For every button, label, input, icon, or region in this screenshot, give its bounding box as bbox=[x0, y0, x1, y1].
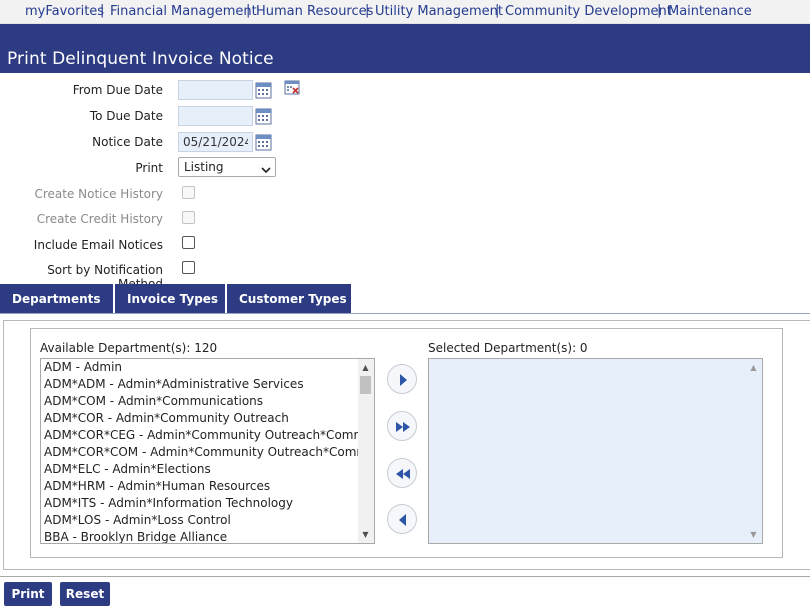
print-select-value: Listing bbox=[184, 160, 224, 174]
calendar-icon[interactable] bbox=[255, 134, 272, 151]
tab-label: Invoice Types bbox=[127, 292, 219, 306]
calendar-icon[interactable] bbox=[255, 108, 272, 125]
available-departments-list[interactable]: ADM - Admin ADM*ADM - Admin*Administrati… bbox=[40, 358, 375, 544]
selected-departments-list[interactable]: ▲ ▼ bbox=[428, 358, 763, 544]
list-item[interactable]: BBA - Brooklyn Bridge Alliance bbox=[44, 529, 227, 543]
available-departments-heading: Available Department(s): 120 bbox=[40, 341, 218, 355]
nav-financial-management[interactable]: Financial Management bbox=[110, 4, 257, 19]
to-due-date-label: To Due Date bbox=[89, 109, 163, 123]
scrollbar[interactable]: ▲ ▼ bbox=[358, 359, 374, 543]
scroll-down-icon[interactable]: ▼ bbox=[361, 530, 370, 539]
scroll-down-icon[interactable]: ▼ bbox=[749, 530, 758, 539]
tab-label: Departments bbox=[12, 292, 101, 306]
nav-maintenance[interactable]: Maintenance bbox=[668, 4, 752, 19]
list-item[interactable]: ADM - Admin bbox=[44, 359, 122, 376]
nav-separator: | bbox=[657, 3, 662, 18]
list-item[interactable]: ADM*HRM - Admin*Human Resources bbox=[44, 478, 270, 495]
calendar-icon[interactable] bbox=[255, 82, 272, 99]
create-notice-history-checkbox bbox=[182, 186, 195, 199]
tab-label: Customer Types bbox=[239, 292, 347, 306]
include-email-notices-label: Include Email Notices bbox=[33, 238, 163, 252]
tab-invoice-types[interactable]: Invoice Types bbox=[115, 284, 225, 313]
nav-separator: | bbox=[100, 3, 105, 18]
create-credit-history-label: Create Credit History bbox=[36, 212, 163, 226]
print-button[interactable]: Print bbox=[4, 582, 52, 606]
list-item[interactable]: ADM*ADM - Admin*Administrative Services bbox=[44, 376, 304, 393]
from-due-date-input[interactable] bbox=[178, 80, 253, 100]
page-header: Print Delinquent Invoice Notice bbox=[0, 24, 810, 73]
scroll-up-icon[interactable]: ▲ bbox=[361, 363, 370, 372]
double-chevron-left-icon bbox=[396, 469, 410, 479]
tab-customer-types[interactable]: Customer Types bbox=[227, 284, 351, 313]
nav-separator: | bbox=[365, 3, 370, 18]
nav-my-favorites[interactable]: myFavorites bbox=[25, 4, 104, 19]
selected-departments-heading: Selected Department(s): 0 bbox=[428, 341, 588, 355]
chevron-left-icon bbox=[399, 514, 406, 526]
list-item[interactable]: ADM*LOS - Admin*Loss Control bbox=[44, 512, 231, 529]
list-item[interactable]: ADM*COR*CEG - Admin*Community Outreach*C… bbox=[44, 427, 374, 444]
calendar-clear-icon[interactable] bbox=[284, 79, 301, 96]
nav-separator: | bbox=[246, 3, 251, 18]
move-selected-right-button[interactable] bbox=[387, 364, 417, 394]
chevron-right-icon bbox=[400, 374, 407, 386]
create-credit-history-checkbox bbox=[182, 211, 195, 224]
move-all-right-button[interactable] bbox=[387, 411, 417, 441]
reset-button[interactable]: Reset bbox=[60, 582, 110, 606]
nav-community-development[interactable]: Community Development bbox=[505, 4, 672, 19]
scrollbar[interactable]: ▲ ▼ bbox=[746, 359, 762, 543]
list-item[interactable]: ADM*ELC - Admin*Elections bbox=[44, 461, 211, 478]
notice-date-input[interactable] bbox=[178, 132, 253, 152]
top-navigation: myFavorites | Financial Management | Hum… bbox=[0, 0, 810, 24]
page-title: Print Delinquent Invoice Notice bbox=[7, 49, 274, 69]
chevron-down-icon bbox=[261, 162, 271, 178]
include-email-notices-checkbox[interactable] bbox=[182, 236, 195, 249]
tab-departments[interactable]: Departments bbox=[0, 284, 113, 313]
list-item[interactable]: ADM*ITS - Admin*Information Technology bbox=[44, 495, 293, 512]
list-item[interactable]: ADM*COR*COM - Admin*Community Outreach*C… bbox=[44, 444, 374, 461]
list-item[interactable]: ADM*COR - Admin*Community Outreach bbox=[44, 410, 289, 427]
tab-divider bbox=[0, 313, 810, 314]
print-select[interactable]: Listing bbox=[178, 157, 276, 177]
nav-separator: | bbox=[495, 3, 500, 18]
nav-human-resources[interactable]: Human Resources bbox=[256, 4, 373, 19]
from-due-date-label: From Due Date bbox=[72, 83, 163, 97]
double-chevron-right-icon bbox=[396, 422, 410, 432]
move-all-left-button[interactable] bbox=[387, 458, 417, 488]
scroll-up-icon[interactable]: ▲ bbox=[749, 363, 758, 372]
footer-divider bbox=[0, 576, 810, 577]
list-item[interactable]: ADM*COM - Admin*Communications bbox=[44, 393, 263, 410]
scrollbar-thumb[interactable] bbox=[360, 376, 371, 394]
notice-date-label: Notice Date bbox=[92, 135, 163, 149]
to-due-date-input[interactable] bbox=[178, 106, 253, 126]
nav-utility-management[interactable]: Utility Management bbox=[375, 4, 503, 19]
create-notice-history-label: Create Notice History bbox=[34, 187, 163, 201]
move-selected-left-button[interactable] bbox=[387, 504, 417, 534]
sort-by-notification-checkbox[interactable] bbox=[182, 261, 195, 274]
print-label: Print bbox=[135, 161, 163, 175]
